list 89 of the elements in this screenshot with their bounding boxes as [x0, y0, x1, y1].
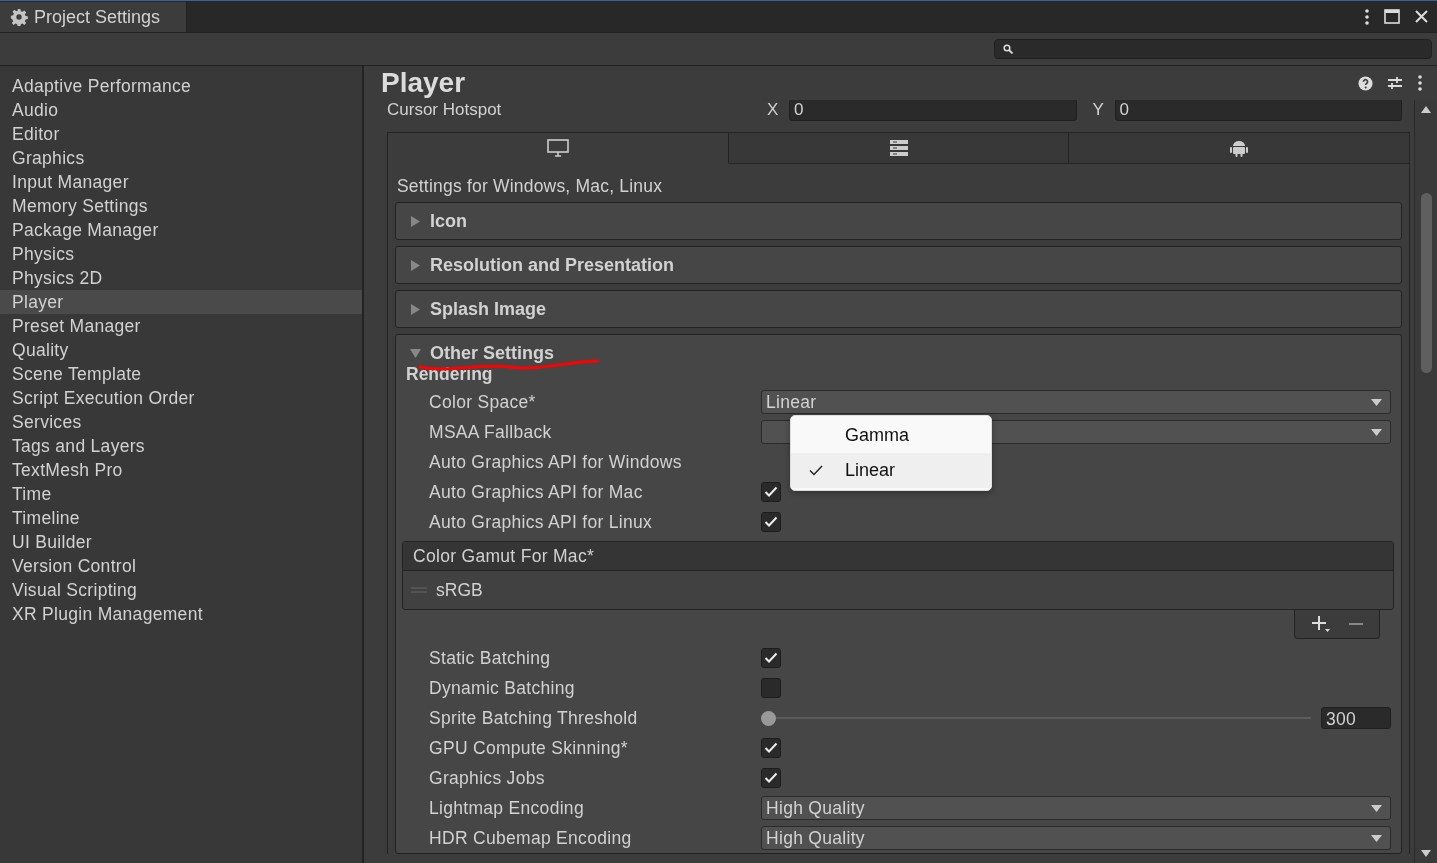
help-icon[interactable] [1358, 75, 1373, 91]
sidebar-item[interactable]: Memory Settings [0, 194, 362, 218]
inspector-title: Player [381, 67, 466, 99]
field-label: MSAA Fallback [428, 421, 553, 443]
minus-icon[interactable] [1349, 622, 1363, 626]
field-label: Y [1092, 100, 1105, 121]
field-label: Cursor Hotspot [387, 100, 503, 121]
caret-icon [1371, 834, 1382, 842]
platform-tab[interactable] [728, 133, 1070, 164]
sidebar-item[interactable]: Timeline [0, 506, 362, 530]
foldout-header[interactable]: Splash Image [396, 291, 1401, 327]
sidebar-item[interactable]: Quality [0, 338, 362, 362]
field-label: Lightmap Encoding [428, 797, 585, 819]
list-item[interactable]: sRGB [436, 579, 483, 601]
triangle-icon [410, 259, 421, 271]
slider-thumb[interactable] [761, 710, 776, 726]
window-tab[interactable]: Project Settings [0, 2, 188, 32]
caret-icon [1371, 804, 1382, 812]
sidebar-item[interactable]: UI Builder [0, 530, 362, 554]
caret-icon [1371, 398, 1382, 406]
dropdown[interactable]: Linear [761, 390, 1391, 414]
dropdown[interactable]: High Quality [761, 796, 1391, 820]
foldout-header[interactable]: Resolution and Presentation [396, 247, 1401, 283]
monitor-icon [546, 139, 569, 157]
sidebar-item[interactable]: Tags and Layers [0, 434, 362, 458]
field-label: Static Batching [428, 647, 552, 669]
sidebar-item[interactable]: Scene Template [0, 362, 362, 386]
foldout-header[interactable]: Icon [396, 203, 1401, 239]
field-label: Graphics Jobs [428, 767, 546, 789]
checkbox[interactable] [761, 512, 781, 532]
settings-icon [10, 8, 28, 26]
triangle-icon [410, 347, 421, 359]
platform-caption: Settings for Windows, Mac, Linux [396, 175, 664, 198]
sidebar-item[interactable]: Version Control [0, 554, 362, 578]
maximize-icon[interactable] [1384, 9, 1400, 24]
checkbox[interactable] [761, 738, 781, 758]
checkbox[interactable] [761, 482, 781, 502]
sidebar-item[interactable]: Preset Manager [0, 314, 362, 338]
group-heading: Rendering [405, 365, 494, 386]
sidebar-item[interactable]: Physics [0, 242, 362, 266]
sidebar-item[interactable]: Visual Scripting [0, 578, 362, 602]
number-field[interactable]: 0 [1114, 100, 1402, 121]
field-label: Auto Graphics API for Linux [428, 511, 654, 533]
field-label: Dynamic Batching [428, 677, 576, 699]
checkbox[interactable] [761, 768, 781, 788]
sidebar-item[interactable]: Player [0, 290, 362, 314]
field-label: HDR Cubemap Encoding [428, 827, 633, 849]
sidebar-item[interactable]: Script Execution Order [0, 386, 362, 410]
caret-icon [1371, 428, 1382, 436]
search-field[interactable] [994, 39, 1432, 59]
checkbox[interactable] [761, 678, 781, 698]
sidebar-item[interactable]: Physics 2D [0, 266, 362, 290]
sliders-icon[interactable] [1387, 75, 1403, 91]
menu-item[interactable]: Linear [791, 453, 991, 488]
sidebar-item[interactable]: Package Manager [0, 218, 362, 242]
field-label: Auto Graphics API for Windows [428, 451, 683, 473]
field-label: X [767, 100, 780, 121]
check-icon [809, 465, 823, 476]
plus-icon[interactable] [1311, 615, 1331, 633]
sidebar-item[interactable]: Input Manager [0, 170, 362, 194]
scroll-up-icon[interactable] [1421, 106, 1431, 113]
checkbox[interactable] [761, 648, 781, 668]
dropdown[interactable]: High Quality [761, 826, 1391, 850]
sidebar-item[interactable]: Editor [0, 122, 362, 146]
menu-item[interactable]: Gamma [791, 418, 991, 453]
list-header: Color Gamut For Mac* [403, 542, 1393, 571]
more-icon[interactable] [1364, 8, 1370, 25]
android-icon [1230, 138, 1249, 158]
sidebar-item[interactable]: Graphics [0, 146, 362, 170]
field-label: Sprite Batching Threshold [428, 707, 639, 729]
scroll-down-icon[interactable] [1421, 850, 1431, 857]
triangle-icon [410, 215, 421, 227]
sidebar-item[interactable]: Audio [0, 98, 362, 122]
sidebar-item[interactable]: Services [0, 410, 362, 434]
triangle-icon [410, 303, 421, 315]
field-label: GPU Compute Skinning* [428, 737, 629, 759]
sidebar-item[interactable]: Adaptive Performance [0, 74, 362, 98]
scrollbar-thumb[interactable] [1420, 193, 1432, 373]
close-icon[interactable] [1414, 9, 1429, 24]
search-icon [1003, 44, 1013, 54]
field-label: Color Space* [428, 391, 537, 413]
field-label: Auto Graphics API for Mac [428, 481, 644, 503]
sidebar-item[interactable]: Time [0, 482, 362, 506]
number-field[interactable]: 0 [789, 100, 1077, 121]
sidebar-item[interactable]: XR Plugin Management [0, 602, 362, 626]
sidebar-item[interactable]: TextMesh Pro [0, 458, 362, 482]
server-icon [889, 140, 908, 156]
more-icon[interactable] [1417, 75, 1423, 91]
number-field[interactable]: 300 [1321, 707, 1391, 729]
